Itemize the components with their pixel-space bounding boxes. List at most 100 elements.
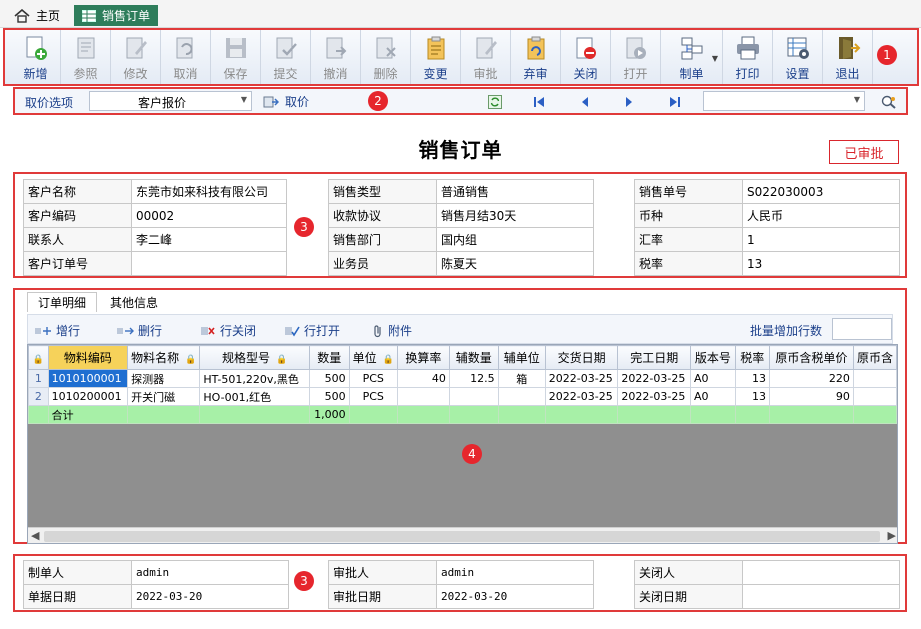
table-cell[interactable]: PCS <box>348 369 398 388</box>
table-cell[interactable]: 1010100001 <box>47 369 129 388</box>
toolbar-button-reference[interactable]: 参照 <box>61 30 111 84</box>
batch-add-input[interactable] <box>832 318 892 340</box>
table-cell[interactable]: 探测器 <box>127 369 201 388</box>
fetch-price-button[interactable]: 取价 <box>263 93 309 110</box>
table-cell[interactable]: 箱 <box>497 369 546 388</box>
toolbar-button-printer[interactable]: 打印 <box>723 30 773 84</box>
attachment-button[interactable]: 附件 <box>372 322 412 339</box>
record-search-select[interactable]: ▼ <box>703 91 865 111</box>
toolbar-button-delete[interactable]: 删除 <box>361 30 411 84</box>
table-cell[interactable] <box>852 369 897 388</box>
column-header[interactable]: 原币含税单价 <box>768 345 854 370</box>
table-cell[interactable]: 2022-03-25 <box>544 387 619 406</box>
table-cell[interactable]: 220 <box>768 369 854 388</box>
tab-sales-order[interactable]: 销售订单 <box>74 5 159 26</box>
toolbar-button-close-doc[interactable]: 关闭 <box>561 30 611 84</box>
field-value[interactable]: 销售月结30天 <box>436 203 594 228</box>
table-cell[interactable]: 500 <box>308 369 350 388</box>
scrollbar-thumb[interactable] <box>44 531 880 542</box>
toolbar-button-save[interactable]: 保存 <box>211 30 261 84</box>
horizontal-scrollbar[interactable]: ◀ ▶ <box>28 527 897 543</box>
toolbar-button-revoke[interactable]: 撤消 <box>311 30 361 84</box>
column-header[interactable]: 物料名称 🔒 <box>127 345 201 370</box>
tab-order-lines[interactable]: 订单明细 <box>27 292 98 312</box>
column-header[interactable]: 换算率 <box>396 345 450 370</box>
toolbar-button-edit[interactable]: 修改 <box>111 30 161 84</box>
toolbar-button-settings[interactable]: 设置 <box>773 30 823 84</box>
search-button[interactable] <box>881 94 897 110</box>
table-cell[interactable]: 13 <box>734 369 770 388</box>
field-value[interactable] <box>742 560 900 585</box>
table-cell[interactable]: A0 <box>690 369 736 388</box>
table-cell[interactable]: 开关门磁 <box>127 387 201 406</box>
toolbar-button-unapprove[interactable]: 弃审 <box>511 30 561 84</box>
column-header[interactable]: 完工日期 <box>617 345 692 370</box>
table-row[interactable]: 1 1010100001 探测器 HT-501,220v,黑色 500 PCS 40 12.5… <box>28 369 897 388</box>
next-record-button[interactable] <box>621 94 637 110</box>
field-value[interactable]: 1 <box>742 227 900 252</box>
toolbar-button-make-doc[interactable]: 制单 ▼ <box>661 30 723 84</box>
column-header[interactable]: 交货日期 <box>544 345 619 370</box>
table-cell[interactable]: 500 <box>308 387 350 406</box>
tab-home[interactable]: 主页 <box>6 5 68 26</box>
row-number[interactable]: 2 <box>28 387 49 406</box>
table-cell[interactable] <box>396 387 450 406</box>
toolbar-button-exit[interactable]: 退出 <box>823 30 873 84</box>
field-value[interactable]: 2022-03-20 <box>131 584 289 609</box>
field-value[interactable]: S022030003 <box>742 179 900 204</box>
toolbar-button-submit[interactable]: 提交 <box>261 30 311 84</box>
table-cell[interactable]: HT-501,220v,黑色 <box>199 369 310 388</box>
table-cell[interactable]: PCS <box>348 387 398 406</box>
tab-other-info[interactable]: 其他信息 <box>99 292 169 312</box>
chevron-down-icon[interactable]: ▼ <box>241 95 247 104</box>
table-cell[interactable] <box>852 387 897 406</box>
field-value[interactable]: 东莞市如来科技有限公司 <box>131 179 287 204</box>
scroll-right-icon[interactable]: ▶ <box>888 529 896 542</box>
table-cell[interactable]: 40 <box>396 369 450 388</box>
table-cell[interactable]: 2022-03-25 <box>617 369 692 388</box>
row-number[interactable]: 1 <box>28 369 49 388</box>
column-header[interactable]: 税率 <box>734 345 770 370</box>
refresh-button[interactable] <box>487 94 503 110</box>
toolbar-button-undo[interactable]: 取消 <box>161 30 211 84</box>
column-header[interactable]: 版本号 <box>690 345 736 370</box>
column-header[interactable]: 辅单位 <box>497 345 546 370</box>
table-cell[interactable]: 90 <box>768 387 854 406</box>
field-value[interactable]: 2022-03-20 <box>436 584 594 609</box>
field-value[interactable]: admin <box>131 560 289 585</box>
field-value[interactable]: 国内组 <box>436 227 594 252</box>
first-record-button[interactable] <box>531 94 547 110</box>
table-cell[interactable]: 13 <box>734 387 770 406</box>
close-row-button[interactable]: 行关闭 <box>200 322 256 339</box>
last-record-button[interactable] <box>667 94 683 110</box>
toolbar-button-open-doc[interactable]: 打开 <box>611 30 661 84</box>
table-cell[interactable]: 1010200001 <box>47 387 129 406</box>
column-header[interactable]: 原币含 <box>852 345 897 370</box>
table-cell[interactable]: 2022-03-25 <box>544 369 619 388</box>
chevron-down-icon[interactable]: ▼ <box>854 95 860 104</box>
field-value[interactable]: 13 <box>742 251 900 276</box>
column-header[interactable]: 单位 🔒 <box>348 345 398 370</box>
toolbar-button-new[interactable]: 新增 <box>11 30 61 84</box>
field-value[interactable]: 人民币 <box>742 203 900 228</box>
field-value[interactable]: 00002 <box>131 203 287 228</box>
field-value[interactable]: admin <box>436 560 594 585</box>
field-value[interactable] <box>131 251 287 276</box>
table-cell[interactable]: 12.5 <box>448 369 499 388</box>
toolbar-button-change[interactable]: 变更 <box>411 30 461 84</box>
table-cell[interactable]: HO-001,红色 <box>199 387 310 406</box>
chevron-down-icon[interactable]: ▼ <box>712 54 718 63</box>
field-value[interactable]: 陈夏天 <box>436 251 594 276</box>
table-cell[interactable]: 2022-03-25 <box>617 387 692 406</box>
scroll-left-icon[interactable]: ◀ <box>31 529 39 542</box>
table-cell[interactable]: A0 <box>690 387 736 406</box>
field-value[interactable]: 普通销售 <box>436 179 594 204</box>
table-cell[interactable] <box>497 387 546 406</box>
open-row-button[interactable]: 行打开 <box>284 322 340 339</box>
field-value[interactable] <box>742 584 900 609</box>
table-row[interactable]: 2 1010200001 开关门磁 HO-001,红色 500 PCS 2022-03-25… <box>28 387 897 406</box>
column-header[interactable]: 数量 <box>308 345 350 370</box>
field-value[interactable]: 李二峰 <box>131 227 287 252</box>
delete-row-button[interactable]: 删行 <box>116 322 162 339</box>
table-cell[interactable] <box>448 387 499 406</box>
